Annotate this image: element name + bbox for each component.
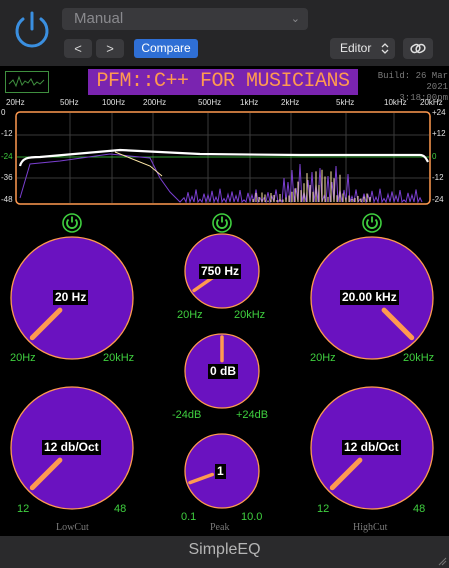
peak-gain-value: 0 dB <box>208 364 239 379</box>
peak-bypass-icon[interactable] <box>212 213 232 233</box>
power-icon[interactable] <box>10 7 54 51</box>
peak-quality-max: 10.0 <box>241 511 263 523</box>
peak-section-label: Peak <box>210 522 230 533</box>
highcut-bypass-icon[interactable] <box>362 213 382 233</box>
lowcut-freq-min: 20Hz <box>10 352 36 364</box>
build-date: Build: 26 Mar 2021 <box>377 71 448 92</box>
waveform-logo-icon <box>5 71 49 93</box>
highcut-freq-min: 20Hz <box>310 352 336 364</box>
link-button[interactable] <box>403 38 433 59</box>
lowcut-bypass-icon[interactable] <box>62 213 82 233</box>
link-icon <box>410 43 426 54</box>
lowcut-freq-value: 20 Hz <box>53 290 89 305</box>
peak-freq-min: 20Hz <box>177 309 203 321</box>
highcut-slope-min: 12 <box>317 503 330 515</box>
chevron-down-icon: ⌄ <box>290 13 300 25</box>
compare-button[interactable]: Compare <box>134 39 198 58</box>
preset-value: Manual <box>74 10 124 27</box>
up-down-chevron-icon <box>381 43 389 54</box>
plugin-title: PFM::C++ FOR MUSICIANS <box>88 69 358 95</box>
resize-grip-icon[interactable] <box>437 556 447 566</box>
previous-preset-button[interactable]: < <box>64 39 92 58</box>
lowcut-section-label: LowCut <box>56 522 89 533</box>
peak-quality-min: 0.1 <box>181 511 197 523</box>
highcut-freq-max: 20kHz <box>403 352 435 364</box>
plugin-name: SimpleEQ <box>188 541 261 558</box>
highcut-section-label: HighCut <box>353 522 388 533</box>
peak-gain-min: -24dB <box>172 409 202 421</box>
host-footer: SimpleEQ <box>0 536 449 568</box>
plugin-editor: PFM::C++ FOR MUSICIANS Build: 26 Mar 202… <box>0 66 449 536</box>
editor-label: Editor <box>340 41 372 55</box>
host-toolbar: Manual ⌄ < > Compare Editor <box>0 0 449 66</box>
peak-quality-value: 1 <box>215 464 226 479</box>
peak-gain-max: +24dB <box>236 409 269 421</box>
highcut-slope-max: 48 <box>413 503 426 515</box>
peak-freq-max: 20kHz <box>234 309 266 321</box>
response-curve-display <box>15 111 431 205</box>
chevron-left-icon: < <box>74 41 82 56</box>
next-preset-button[interactable]: > <box>96 39 124 58</box>
highcut-freq-value: 20.00 kHz <box>340 290 399 305</box>
lowcut-slope-max: 48 <box>114 503 127 515</box>
lowcut-freq-max: 20kHz <box>103 352 135 364</box>
lowcut-slope-value: 12 db/Oct <box>42 440 101 455</box>
lowcut-slope-min: 12 <box>17 503 30 515</box>
highcut-slope-value: 12 db/Oct <box>342 440 401 455</box>
peak-freq-value: 750 Hz <box>199 264 242 279</box>
editor-dropdown[interactable]: Editor <box>330 38 395 59</box>
preset-dropdown[interactable]: Manual ⌄ <box>62 8 308 30</box>
chevron-right-icon: > <box>106 41 114 56</box>
